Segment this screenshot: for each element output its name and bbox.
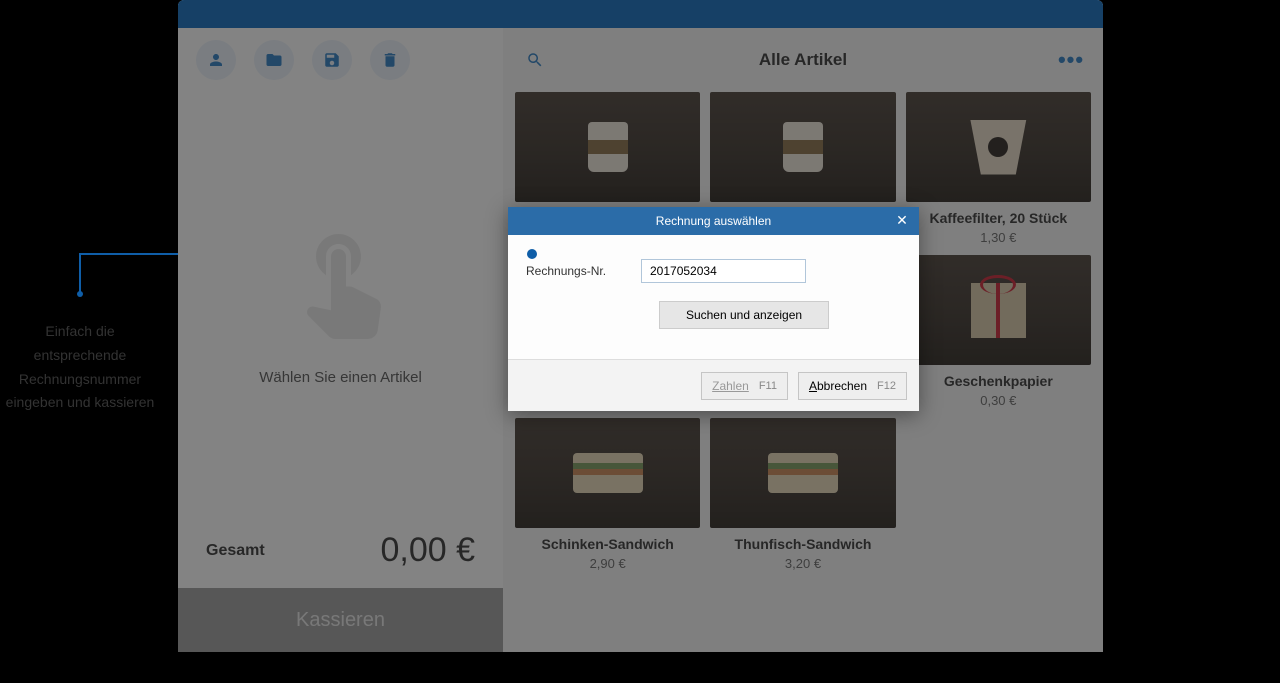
invoice-dialog: Rechnung auswählen ✕ Rechnungs-Nr. Suche… [508,207,919,411]
dialog-header: Rechnung auswählen ✕ [508,207,919,235]
annotation-pointer-icon [527,249,537,259]
pay-shortcut: F11 [759,380,777,392]
dialog-title: Rechnung auswählen [518,214,909,228]
invoice-number-label: Rechnungs-Nr. [526,264,641,278]
cancel-shortcut: F12 [877,380,896,392]
cancel-button[interactable]: Abbrechen F12 [798,372,907,400]
pay-button[interactable]: Zahlen F11 [701,372,788,400]
cancel-button-label: Abbrechen [809,379,867,393]
dialog-close-button[interactable]: ✕ [893,211,911,229]
annotation-text: Einfach die entsprechende Rechnungsnumme… [0,320,160,415]
close-icon: ✕ [896,212,908,228]
search-and-show-button[interactable]: Suchen und anzeigen [659,301,829,329]
annotation-line [79,253,81,293]
invoice-number-input[interactable] [641,259,806,283]
pay-button-label: Zahlen [712,379,749,393]
